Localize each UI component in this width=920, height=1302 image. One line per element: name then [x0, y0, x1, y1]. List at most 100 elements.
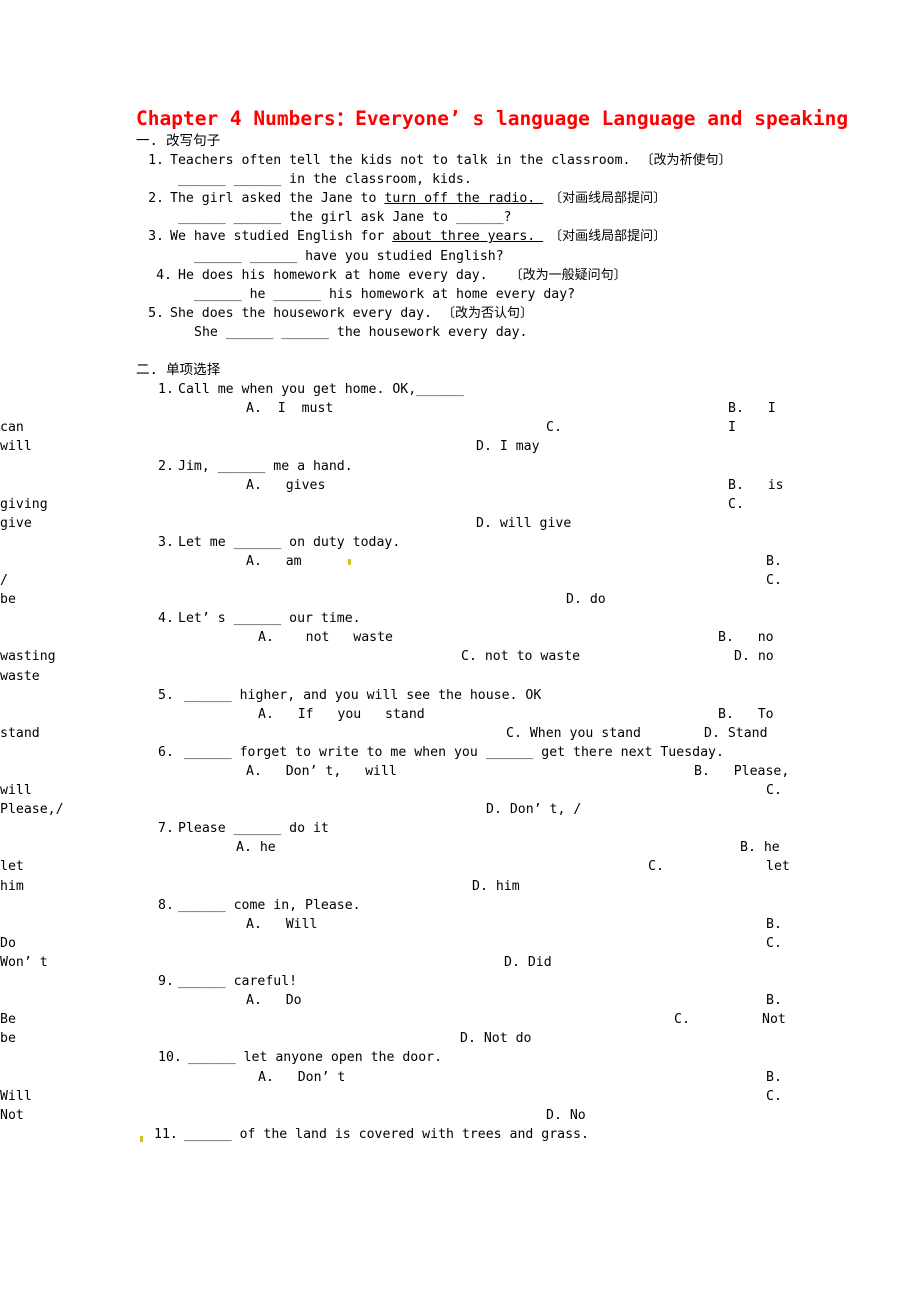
option-a[interactable]: A. I must	[246, 399, 333, 418]
option-a[interactable]: A. he	[236, 838, 276, 857]
mcq-10-options-row-2[interactable]: Will C.	[0, 1087, 820, 1106]
option-b[interactable]: B.	[766, 1068, 782, 1087]
mcq-3-options-row-1[interactable]: A. am B.	[136, 552, 820, 571]
mcq-6-options-row-2[interactable]: will C.	[0, 781, 820, 800]
option-b-continuation[interactable]: let	[0, 857, 24, 876]
mcq-1-options-row-3[interactable]: will D. I may	[0, 437, 820, 456]
mcq-4-options-row-1[interactable]: A. not waste B. no	[136, 628, 820, 647]
mcq-3-options-row-3[interactable]: be D. do	[0, 590, 820, 609]
mcq-3-options-row-2[interactable]: / C.	[0, 571, 820, 590]
answer-blanks[interactable]: ______ ______ the girl ask Jane to _____…	[178, 210, 511, 225]
option-c-continuation[interactable]: Please,/	[0, 800, 64, 819]
option-b-continuation[interactable]: Do	[0, 934, 16, 953]
mcq-7-options-row-2[interactable]: let C. let	[0, 857, 820, 876]
option-c-continuation[interactable]: be	[0, 1029, 16, 1048]
mcq-9-options-row-2[interactable]: Be C. Not	[0, 1010, 820, 1029]
exercise-item-1-answer[interactable]: ______ ______ in the classroom, kids.	[136, 170, 820, 189]
option-c[interactable]: C.	[648, 857, 664, 876]
option-a[interactable]: A. If you stand	[258, 705, 425, 724]
option-b[interactable]: B. I	[728, 399, 776, 418]
option-c-continuation[interactable]: I	[728, 418, 736, 437]
exercise-item-2-answer[interactable]: ______ ______ the girl ask Jane to _____…	[136, 208, 820, 227]
option-b[interactable]: B.	[766, 552, 782, 571]
option-c-tail[interactable]: Not	[762, 1010, 786, 1029]
option-c[interactable]: C.	[766, 934, 782, 953]
exercise-item-3-answer[interactable]: ______ ______ have you studied English?	[136, 247, 820, 266]
mcq-8-options-row-2[interactable]: Do C.	[0, 934, 820, 953]
option-a[interactable]: A. Don’ t	[258, 1068, 345, 1087]
mcq-1-options-row-2[interactable]: can C. I	[0, 418, 820, 437]
option-b[interactable]: B.	[766, 915, 782, 934]
answer-blanks[interactable]: ______ he ______ his homework at home ev…	[194, 287, 575, 302]
option-b[interactable]: B. he	[740, 838, 780, 857]
option-b-continuation[interactable]: can	[0, 418, 24, 437]
option-b[interactable]: B.	[766, 991, 782, 1010]
option-c[interactable]: C.	[766, 781, 782, 800]
mcq-5-options-row-2[interactable]: stand C. When you stand D. Stand	[0, 724, 820, 743]
option-d[interactable]: D. will give	[476, 514, 571, 533]
option-b-continuation[interactable]: Will	[0, 1087, 32, 1106]
option-a[interactable]: A. Don’ t, will	[246, 762, 397, 781]
mcq-7-options-row-3[interactable]: him D. him	[0, 877, 820, 896]
option-d[interactable]: D. Did	[504, 953, 552, 972]
option-d-continuation[interactable]: waste	[0, 667, 40, 686]
option-b-continuation[interactable]: wasting	[0, 647, 56, 666]
option-a[interactable]: A. Will	[246, 915, 317, 934]
option-a[interactable]: A. not waste	[258, 628, 393, 647]
option-c-continuation[interactable]: give	[0, 514, 32, 533]
mcq-5-options-row-1[interactable]: A. If you stand B. To	[136, 705, 820, 724]
mcq-2-options-row-3[interactable]: give D. will give	[0, 514, 820, 533]
option-a[interactable]: A. Do	[246, 991, 302, 1010]
option-b[interactable]: B. To	[718, 705, 774, 724]
option-c-continuation[interactable]: Won’ t	[0, 953, 48, 972]
mcq-1-options-row-1[interactable]: A. I must B. I	[136, 399, 820, 418]
option-c-tail[interactable]: will	[0, 437, 32, 456]
option-b-continuation[interactable]: stand	[0, 724, 40, 743]
mcq-4-options-row-2[interactable]: wasting C. not to waste D. no	[0, 647, 820, 666]
option-c[interactable]: C. When you stand	[506, 724, 641, 743]
option-d[interactable]: D. Don’ t, /	[486, 800, 581, 819]
option-b[interactable]: B. is	[728, 476, 784, 495]
mcq-10-options-row-1[interactable]: A. Don’ t B.	[136, 1068, 820, 1087]
answer-blanks[interactable]: ______ ______ in the classroom, kids.	[178, 172, 472, 187]
option-d[interactable]: D. No	[546, 1106, 586, 1125]
option-b-continuation[interactable]: giving	[0, 495, 48, 514]
option-b[interactable]: B. no	[718, 628, 774, 647]
mcq-4-options-row-3[interactable]: waste	[0, 667, 820, 686]
option-b-continuation[interactable]: /	[0, 571, 8, 590]
option-b-continuation[interactable]: will	[0, 781, 32, 800]
mcq-6-options-row-3[interactable]: Please,/ D. Don’ t, /	[0, 800, 820, 819]
mcq-6-options-row-1[interactable]: A. Don’ t, will B. Please,	[136, 762, 820, 781]
mcq-9-options-row-1[interactable]: A. Do B.	[136, 991, 820, 1010]
option-c-continuation[interactable]: him	[0, 877, 24, 896]
option-d[interactable]: D. Not do	[460, 1029, 531, 1048]
exercise-item-5-answer[interactable]: She ______ ______ the housework every da…	[136, 323, 820, 342]
mcq-7-options-row-1[interactable]: A. he B. he	[136, 838, 820, 857]
option-d[interactable]: D. do	[566, 590, 606, 609]
option-c[interactable]: C.	[766, 1087, 782, 1106]
option-d[interactable]: D. I may	[476, 437, 540, 456]
option-c[interactable]: C.	[674, 1010, 690, 1029]
option-b-continuation[interactable]: Be	[0, 1010, 16, 1029]
option-c[interactable]: C.	[728, 495, 744, 514]
option-c[interactable]: C. not to waste	[461, 647, 580, 666]
option-c-continuation[interactable]: Not	[0, 1106, 24, 1125]
mcq-8-options-row-1[interactable]: A. Will B.	[136, 915, 820, 934]
option-d[interactable]: D. him	[472, 877, 520, 896]
option-d[interactable]: D. Stand	[704, 724, 768, 743]
option-b[interactable]: B. Please,	[694, 762, 789, 781]
option-c-tail[interactable]: let	[766, 857, 790, 876]
mcq-2-options-row-2[interactable]: giving C.	[0, 495, 820, 514]
exercise-item-4-answer[interactable]: ______ he ______ his homework at home ev…	[136, 285, 820, 304]
option-d[interactable]: D. no	[734, 647, 774, 666]
option-c-continuation[interactable]: be	[0, 590, 16, 609]
option-a[interactable]: A. gives	[246, 476, 325, 495]
mcq-2-options-row-1[interactable]: A. gives B. is	[136, 476, 820, 495]
option-c[interactable]: C.	[546, 418, 562, 437]
mcq-8-options-row-3[interactable]: Won’ t D. Did	[0, 953, 820, 972]
answer-blanks[interactable]: She ______ ______ the housework every da…	[194, 325, 527, 340]
option-a[interactable]: A. am	[246, 552, 302, 571]
option-c[interactable]: C.	[766, 571, 782, 590]
mcq-10-options-row-3[interactable]: Not D. No	[0, 1106, 820, 1125]
mcq-9-options-row-3[interactable]: be D. Not do	[0, 1029, 820, 1048]
